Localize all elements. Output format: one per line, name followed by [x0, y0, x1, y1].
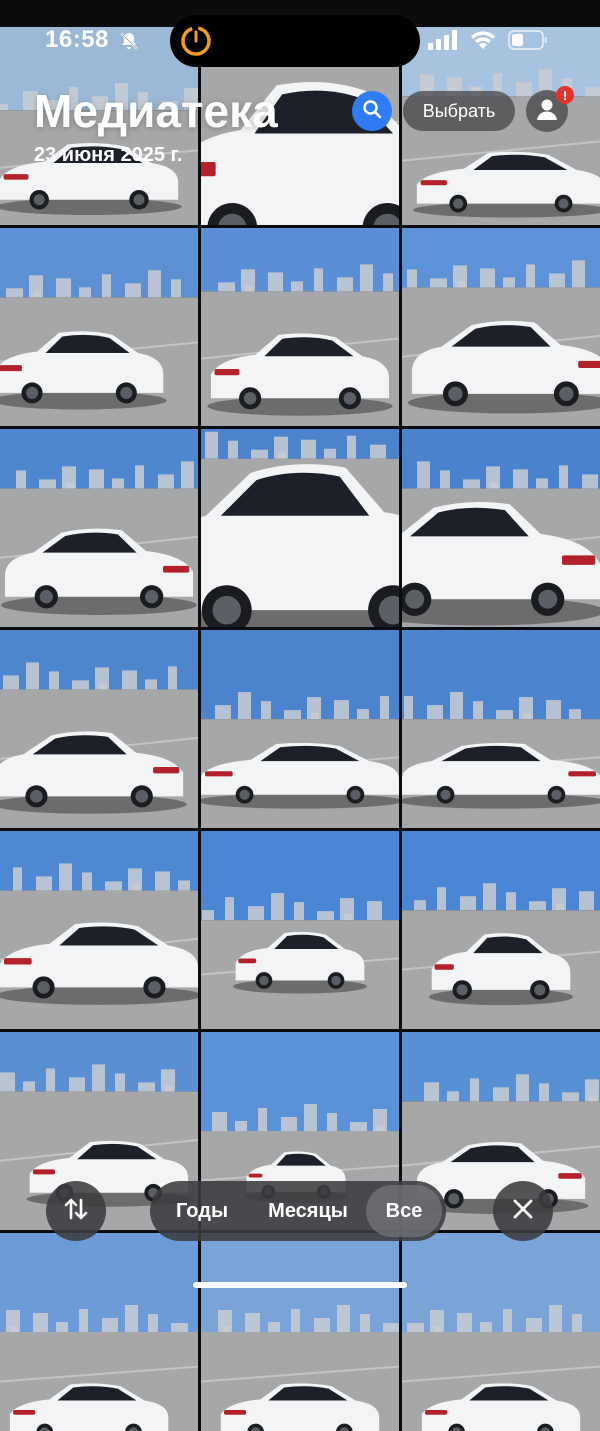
photo-thumbnail[interactable]: [201, 429, 399, 627]
tab-years[interactable]: Годы: [154, 1185, 250, 1237]
search-button[interactable]: [352, 91, 392, 131]
signal-icon: [428, 30, 458, 55]
sort-button[interactable]: [46, 1181, 106, 1241]
timer-icon: [178, 23, 214, 64]
photo-thumbnail[interactable]: [201, 630, 399, 828]
battery-icon: [508, 30, 548, 55]
mute-bell-icon: [118, 30, 140, 57]
view-segmented-control: Годы Месяцы Все: [150, 1181, 446, 1241]
dynamic-island: [170, 15, 420, 67]
home-indicator[interactable]: [193, 1282, 407, 1288]
tab-months[interactable]: Месяцы: [250, 1185, 366, 1237]
close-button[interactable]: [493, 1181, 553, 1241]
photo-thumbnail[interactable]: [0, 630, 198, 828]
person-icon: [534, 96, 560, 127]
photo-thumbnail[interactable]: [402, 429, 600, 627]
photo-grid: [0, 27, 600, 1300]
photo-thumbnail[interactable]: [0, 831, 198, 1029]
sort-arrows-icon: [61, 1194, 91, 1229]
close-icon: [512, 1198, 534, 1225]
photo-thumbnail[interactable]: [0, 429, 198, 627]
photo-thumbnail[interactable]: [402, 630, 600, 828]
tab-all[interactable]: Все: [366, 1185, 442, 1237]
status-bar: 16:58: [0, 0, 600, 80]
photo-thumbnail[interactable]: [402, 1233, 600, 1431]
photo-thumbnail[interactable]: [201, 228, 399, 426]
page-date: 23 июня 2025 г.: [34, 144, 182, 167]
select-button[interactable]: Выбрать: [403, 91, 515, 131]
wifi-icon: [470, 30, 496, 55]
photo-thumbnail[interactable]: [201, 831, 399, 1029]
search-icon: [362, 99, 382, 124]
photo-thumbnail[interactable]: [402, 228, 600, 426]
status-time: 16:58: [45, 26, 109, 54]
profile-button[interactable]: !: [526, 90, 568, 132]
page-title: Медиатека: [34, 84, 278, 138]
photo-thumbnail[interactable]: [0, 228, 198, 426]
photo-thumbnail[interactable]: [201, 1233, 399, 1431]
photo-thumbnail[interactable]: [0, 1233, 198, 1431]
alert-badge: !: [556, 86, 574, 104]
photo-thumbnail[interactable]: [402, 831, 600, 1029]
